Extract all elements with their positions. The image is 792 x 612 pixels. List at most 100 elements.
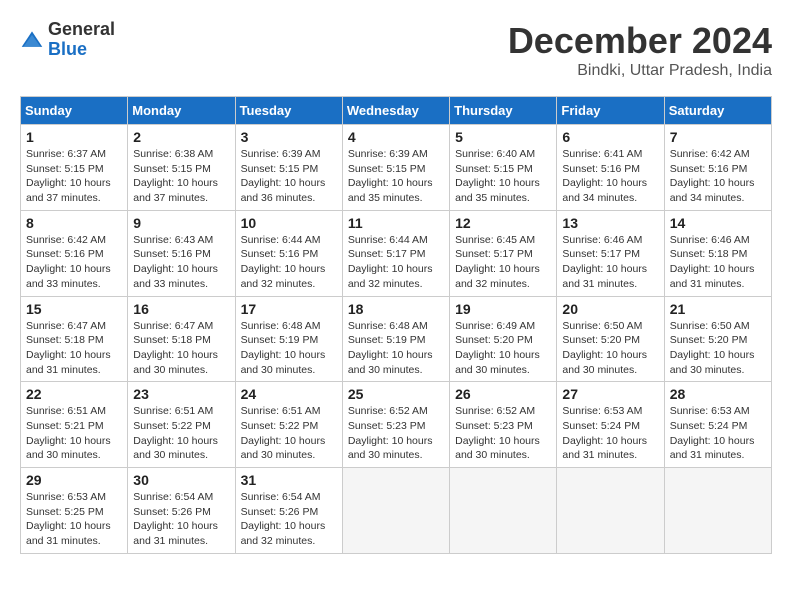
table-row: 9 Sunrise: 6:43 AMSunset: 5:16 PMDaylight…	[128, 210, 235, 296]
cell-info: Sunrise: 6:53 AMSunset: 5:24 PMDaylight:…	[670, 404, 766, 463]
table-row: 26 Sunrise: 6:52 AMSunset: 5:23 PMDayligh…	[450, 382, 557, 468]
table-row: 7Sunrise: 6:42 AMSunset: 5:16 PMDaylight…	[664, 125, 771, 211]
col-saturday: Saturday	[664, 97, 771, 125]
calendar-week-row: 29Sunrise: 6:53 AMSunset: 5:25 PMDayligh…	[21, 468, 772, 554]
day-number: 10	[241, 215, 337, 231]
table-row: 11 Sunrise: 6:44 AMSunset: 5:17 PMDayligh…	[342, 210, 449, 296]
cell-info: Sunrise: 6:48 AMSunset: 5:19 PMDaylight:…	[241, 319, 337, 378]
table-row: 3 Sunrise: 6:39 AMSunset: 5:15 PMDaylight…	[235, 125, 342, 211]
table-row	[557, 468, 664, 554]
table-row: 23Sunrise: 6:51 AMSunset: 5:22 PMDayligh…	[128, 382, 235, 468]
cell-info: Sunrise: 6:52 AMSunset: 5:23 PMDaylight:…	[348, 404, 444, 463]
day-number: 18	[348, 301, 444, 317]
cell-info: Sunrise: 6:49 AMSunset: 5:20 PMDaylight:…	[455, 319, 551, 378]
table-row: 29Sunrise: 6:53 AMSunset: 5:25 PMDayligh…	[21, 468, 128, 554]
table-row: 8Sunrise: 6:42 AMSunset: 5:16 PMDaylight…	[21, 210, 128, 296]
cell-info: Sunrise: 6:50 AMSunset: 5:20 PMDaylight:…	[670, 319, 766, 378]
table-row: 31 Sunrise: 6:54 AMSunset: 5:26 PMDayligh…	[235, 468, 342, 554]
month-title: December 2024	[508, 20, 772, 62]
day-number: 12	[455, 215, 551, 231]
cell-info: Sunrise: 6:54 AMSunset: 5:26 PMDaylight:…	[133, 490, 229, 549]
day-number: 17	[241, 301, 337, 317]
calendar-header-row: Sunday Monday Tuesday Wednesday Thursday…	[21, 97, 772, 125]
day-number: 28	[670, 386, 766, 402]
cell-info: Sunrise: 6:41 AMSunset: 5:16 PMDaylight:…	[562, 147, 658, 206]
day-number: 13	[562, 215, 658, 231]
day-number: 20	[562, 301, 658, 317]
col-monday: Monday	[128, 97, 235, 125]
col-sunday: Sunday	[21, 97, 128, 125]
table-row: 13 Sunrise: 6:46 AMSunset: 5:17 PMDayligh…	[557, 210, 664, 296]
cell-info: Sunrise: 6:45 AMSunset: 5:17 PMDaylight:…	[455, 233, 551, 292]
location-subtitle: Bindki, Uttar Pradesh, India	[508, 62, 772, 80]
cell-info: Sunrise: 6:43 AMSunset: 5:16 PMDaylight:…	[133, 233, 229, 292]
day-number: 16	[133, 301, 229, 317]
day-number: 24	[241, 386, 337, 402]
table-row: 28 Sunrise: 6:53 AMSunset: 5:24 PMDayligh…	[664, 382, 771, 468]
cell-info: Sunrise: 6:42 AMSunset: 5:16 PMDaylight:…	[670, 147, 766, 206]
cell-info: Sunrise: 6:53 AMSunset: 5:24 PMDaylight:…	[562, 404, 658, 463]
day-number: 4	[348, 129, 444, 145]
logo-text: General Blue	[48, 20, 115, 60]
day-number: 9	[133, 215, 229, 231]
cell-info: Sunrise: 6:44 AMSunset: 5:16 PMDaylight:…	[241, 233, 337, 292]
calendar-week-row: 15 Sunrise: 6:47 AMSunset: 5:18 PMDayligh…	[21, 296, 772, 382]
table-row: 16 Sunrise: 6:47 AMSunset: 5:18 PMDayligh…	[128, 296, 235, 382]
day-number: 11	[348, 215, 444, 231]
cell-info: Sunrise: 6:47 AMSunset: 5:18 PMDaylight:…	[133, 319, 229, 378]
cell-info: Sunrise: 6:39 AMSunset: 5:15 PMDaylight:…	[241, 147, 337, 206]
table-row: 12 Sunrise: 6:45 AMSunset: 5:17 PMDayligh…	[450, 210, 557, 296]
day-number: 27	[562, 386, 658, 402]
logo: General Blue	[20, 20, 115, 60]
col-wednesday: Wednesday	[342, 97, 449, 125]
title-block: December 2024 Bindki, Uttar Pradesh, Ind…	[508, 20, 772, 80]
col-tuesday: Tuesday	[235, 97, 342, 125]
cell-info: Sunrise: 6:46 AMSunset: 5:18 PMDaylight:…	[670, 233, 766, 292]
cell-info: Sunrise: 6:48 AMSunset: 5:19 PMDaylight:…	[348, 319, 444, 378]
cell-info: Sunrise: 6:38 AMSunset: 5:15 PMDaylight:…	[133, 147, 229, 206]
table-row: 24Sunrise: 6:51 AMSunset: 5:22 PMDayligh…	[235, 382, 342, 468]
cell-info: Sunrise: 6:44 AMSunset: 5:17 PMDaylight:…	[348, 233, 444, 292]
cell-info: Sunrise: 6:47 AMSunset: 5:18 PMDaylight:…	[26, 319, 122, 378]
col-thursday: Thursday	[450, 97, 557, 125]
cell-info: Sunrise: 6:53 AMSunset: 5:25 PMDaylight:…	[26, 490, 122, 549]
cell-info: Sunrise: 6:40 AMSunset: 5:15 PMDaylight:…	[455, 147, 551, 206]
calendar-week-row: 1 Sunrise: 6:37 AMSunset: 5:15 PMDaylight…	[21, 125, 772, 211]
day-number: 31	[241, 472, 337, 488]
cell-info: Sunrise: 6:54 AMSunset: 5:26 PMDaylight:…	[241, 490, 337, 549]
table-row: 18 Sunrise: 6:48 AMSunset: 5:19 PMDayligh…	[342, 296, 449, 382]
day-number: 30	[133, 472, 229, 488]
day-number: 1	[26, 129, 122, 145]
day-number: 5	[455, 129, 551, 145]
logo-general: General	[48, 20, 115, 40]
cell-info: Sunrise: 6:50 AMSunset: 5:20 PMDaylight:…	[562, 319, 658, 378]
col-friday: Friday	[557, 97, 664, 125]
table-row: 14 Sunrise: 6:46 AMSunset: 5:18 PMDayligh…	[664, 210, 771, 296]
day-number: 25	[348, 386, 444, 402]
day-number: 6	[562, 129, 658, 145]
day-number: 3	[241, 129, 337, 145]
calendar-week-row: 22Sunrise: 6:51 AMSunset: 5:21 PMDayligh…	[21, 382, 772, 468]
table-row	[342, 468, 449, 554]
table-row: 5 Sunrise: 6:40 AMSunset: 5:15 PMDaylight…	[450, 125, 557, 211]
cell-info: Sunrise: 6:37 AMSunset: 5:15 PMDaylight:…	[26, 147, 122, 206]
table-row: 19Sunrise: 6:49 AMSunset: 5:20 PMDayligh…	[450, 296, 557, 382]
day-number: 15	[26, 301, 122, 317]
calendar-table: Sunday Monday Tuesday Wednesday Thursday…	[20, 96, 772, 554]
cell-info: Sunrise: 6:46 AMSunset: 5:17 PMDaylight:…	[562, 233, 658, 292]
table-row: 30 Sunrise: 6:54 AMSunset: 5:26 PMDayligh…	[128, 468, 235, 554]
calendar-week-row: 8Sunrise: 6:42 AMSunset: 5:16 PMDaylight…	[21, 210, 772, 296]
table-row	[450, 468, 557, 554]
table-row: 4Sunrise: 6:39 AMSunset: 5:15 PMDaylight…	[342, 125, 449, 211]
day-number: 22	[26, 386, 122, 402]
day-number: 26	[455, 386, 551, 402]
table-row: 2 Sunrise: 6:38 AMSunset: 5:15 PMDaylight…	[128, 125, 235, 211]
table-row: 27 Sunrise: 6:53 AMSunset: 5:24 PMDayligh…	[557, 382, 664, 468]
day-number: 14	[670, 215, 766, 231]
table-row: 21Sunrise: 6:50 AMSunset: 5:20 PMDayligh…	[664, 296, 771, 382]
day-number: 23	[133, 386, 229, 402]
table-row: 17 Sunrise: 6:48 AMSunset: 5:19 PMDayligh…	[235, 296, 342, 382]
table-row: 1 Sunrise: 6:37 AMSunset: 5:15 PMDaylight…	[21, 125, 128, 211]
day-number: 2	[133, 129, 229, 145]
cell-info: Sunrise: 6:52 AMSunset: 5:23 PMDaylight:…	[455, 404, 551, 463]
